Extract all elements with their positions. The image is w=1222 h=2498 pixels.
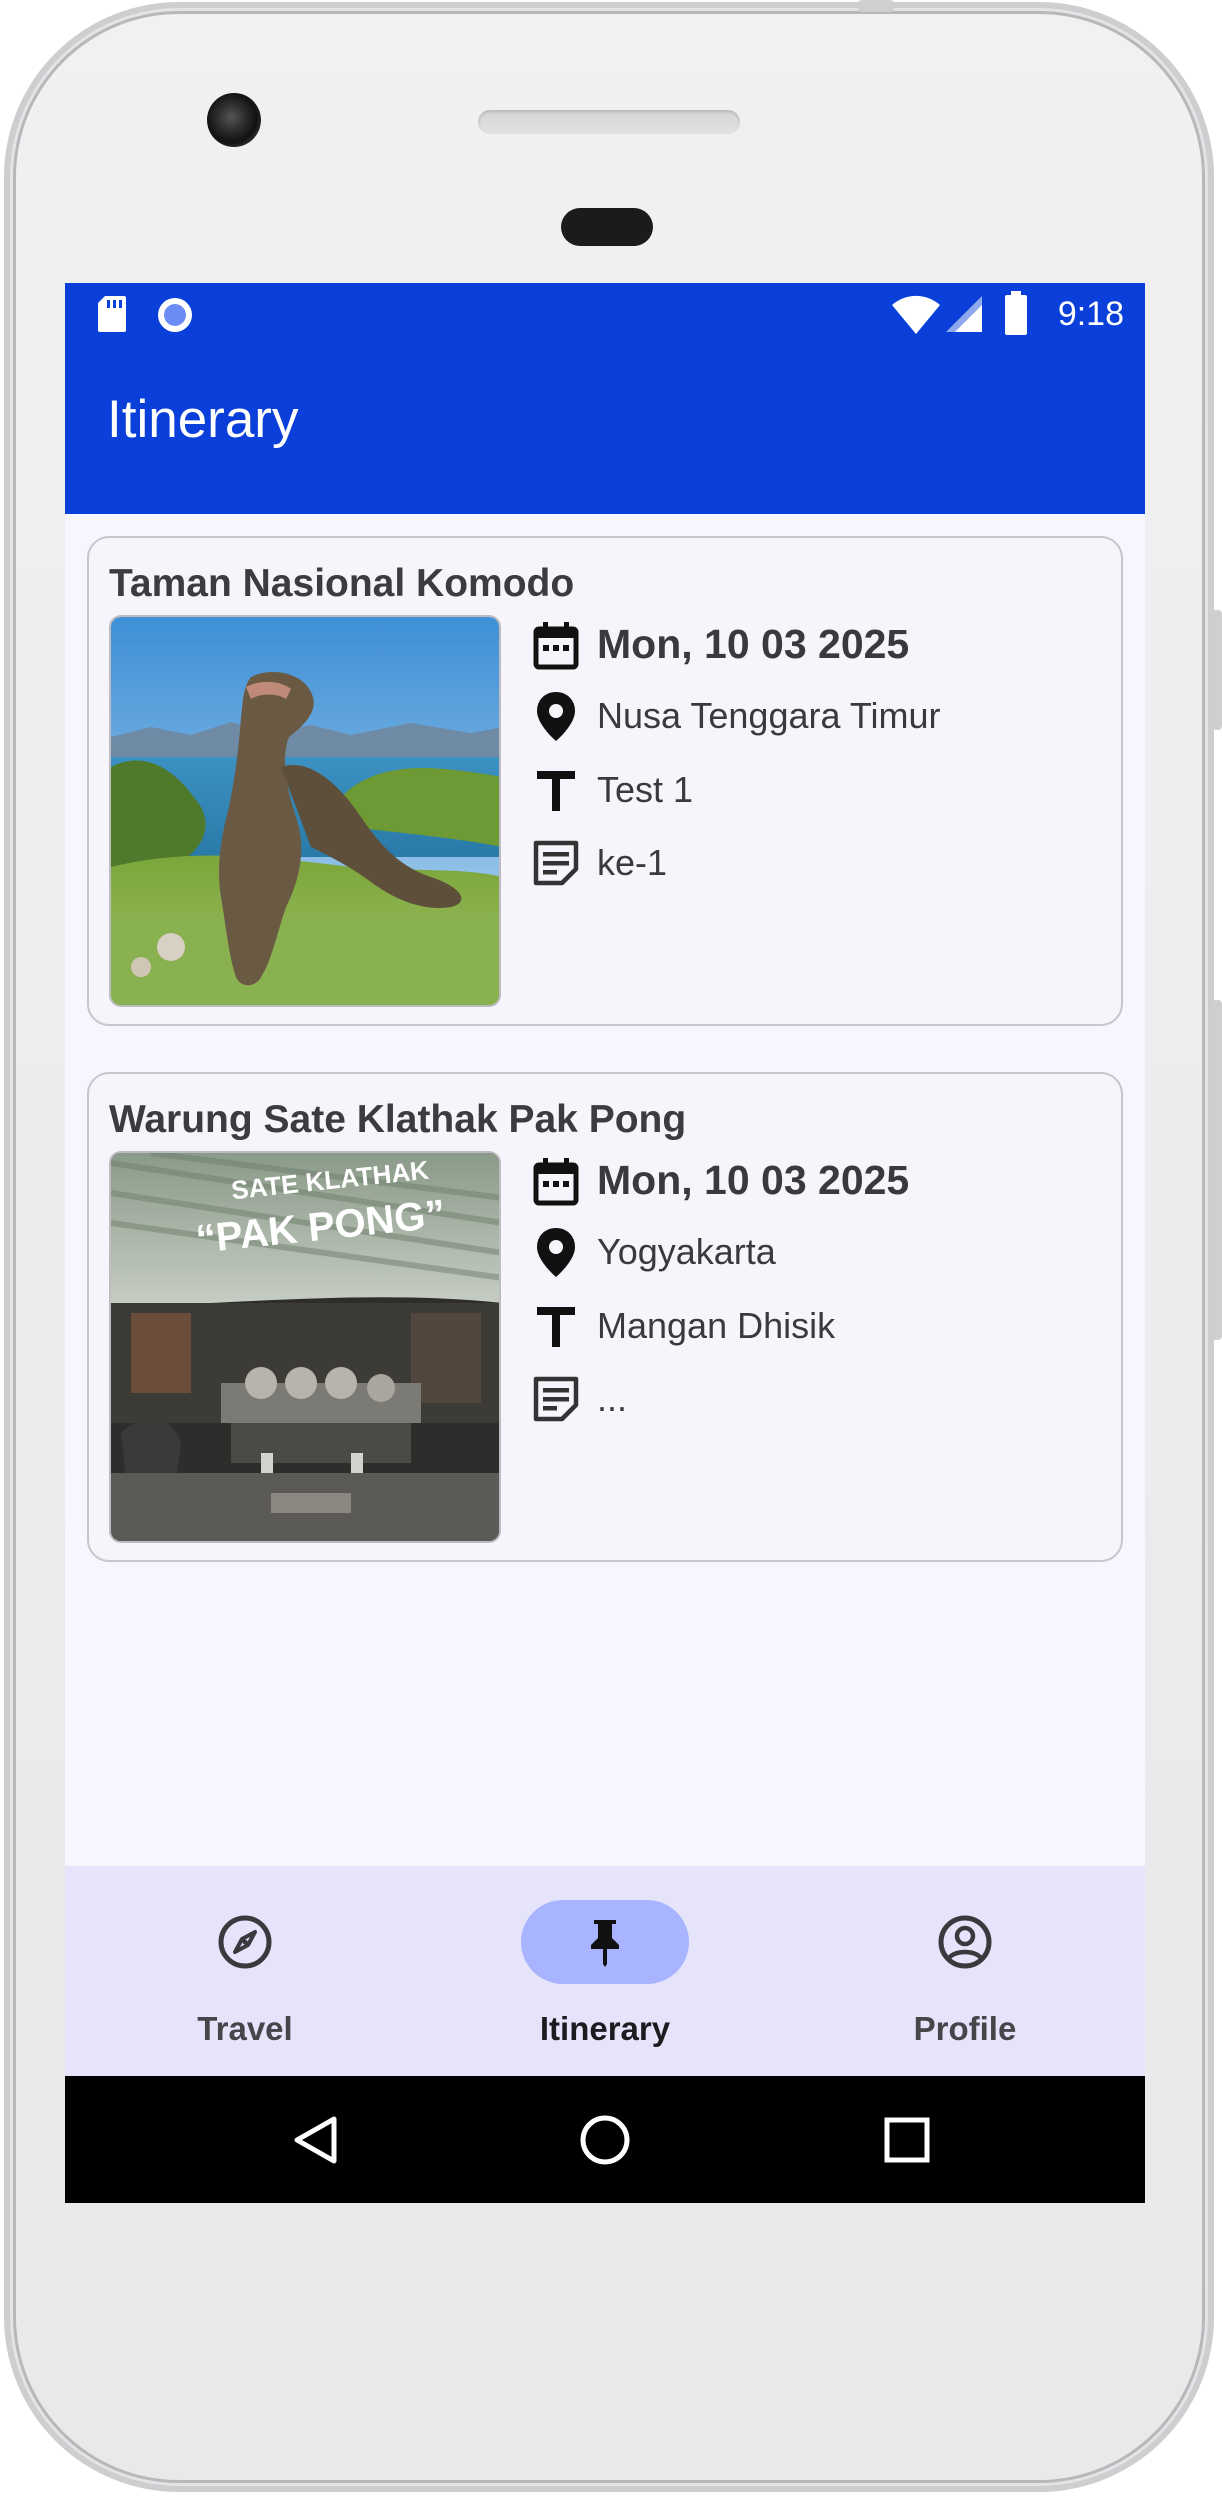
itinerary-date: Mon, 10 03 2025	[597, 621, 910, 667]
bottom-navigation: Travel Itinerary Profile	[65, 1866, 1145, 2076]
sync-circle-icon	[158, 298, 192, 332]
nav-label-travel: Travel	[197, 2010, 293, 2047]
itinerary-name: Test 1	[597, 769, 694, 810]
itinerary-title: Taman Nasional Komodo	[109, 562, 575, 605]
text-title-icon	[537, 771, 575, 811]
itinerary-note: ke-1	[597, 842, 668, 883]
nav-item-travel[interactable]: Travel	[65, 1866, 425, 2076]
wifi-icon	[892, 295, 940, 334]
itinerary-image: SATE KLATHAK “PAK PONG”	[109, 1151, 501, 1543]
earpiece	[561, 208, 653, 246]
battery-icon	[1005, 291, 1027, 335]
power-button	[858, 0, 894, 12]
note-icon	[533, 840, 579, 886]
calendar-icon	[533, 622, 579, 670]
nav-item-itinerary[interactable]: Itinerary	[425, 1866, 785, 2076]
text-title-icon	[537, 1307, 575, 1347]
itinerary-title: Warung Sate Klathak Pak Pong	[109, 1098, 687, 1141]
itinerary-location: Yogyakarta	[597, 1231, 776, 1272]
nav-item-profile[interactable]: Profile	[785, 1866, 1145, 2076]
status-bar: 9:18	[65, 283, 1145, 346]
top-app-bar: Itinerary	[65, 346, 1145, 514]
speaker-grille	[478, 110, 740, 134]
volume-button	[1212, 610, 1222, 730]
account-circle-icon	[938, 1915, 992, 1969]
recents-icon[interactable]	[883, 2116, 931, 2164]
itinerary-location: Nusa Tenggara Timur	[597, 695, 941, 736]
itinerary-note: ...	[597, 1378, 628, 1419]
page-title: Itinerary	[107, 390, 299, 449]
nav-label-profile: Profile	[913, 2010, 1017, 2047]
front-camera	[207, 93, 261, 147]
pin-icon	[591, 1920, 619, 1967]
compass-icon	[218, 1915, 272, 1969]
nav-label-itinerary: Itinerary	[539, 2010, 671, 2047]
location-pin-icon	[537, 1228, 575, 1277]
back-icon[interactable]	[290, 2114, 342, 2166]
itinerary-date: Mon, 10 03 2025	[597, 1157, 910, 1203]
itinerary-image	[109, 615, 501, 1007]
note-icon	[533, 1376, 579, 1422]
side-button	[1212, 1000, 1222, 1340]
status-time: 9:18	[1057, 295, 1124, 333]
home-icon[interactable]	[578, 2113, 632, 2167]
system-navigation-bar	[65, 2076, 1145, 2203]
itinerary-card[interactable]: Warung Sate Klathak Pak Pong SATE KLATHA…	[87, 1072, 1123, 1562]
itinerary-card[interactable]: Taman Nasional Komodo Mon, 10 03 2025 Nu…	[87, 536, 1123, 1026]
sd-card-icon	[98, 296, 126, 332]
location-pin-icon	[537, 692, 575, 741]
itinerary-name: Mangan Dhisik	[597, 1305, 836, 1346]
calendar-icon	[533, 1158, 579, 1206]
screen: 9:18 Itinerary Taman Nasional Komodo Mon…	[65, 283, 1145, 2203]
cellular-signal-icon	[946, 296, 982, 332]
